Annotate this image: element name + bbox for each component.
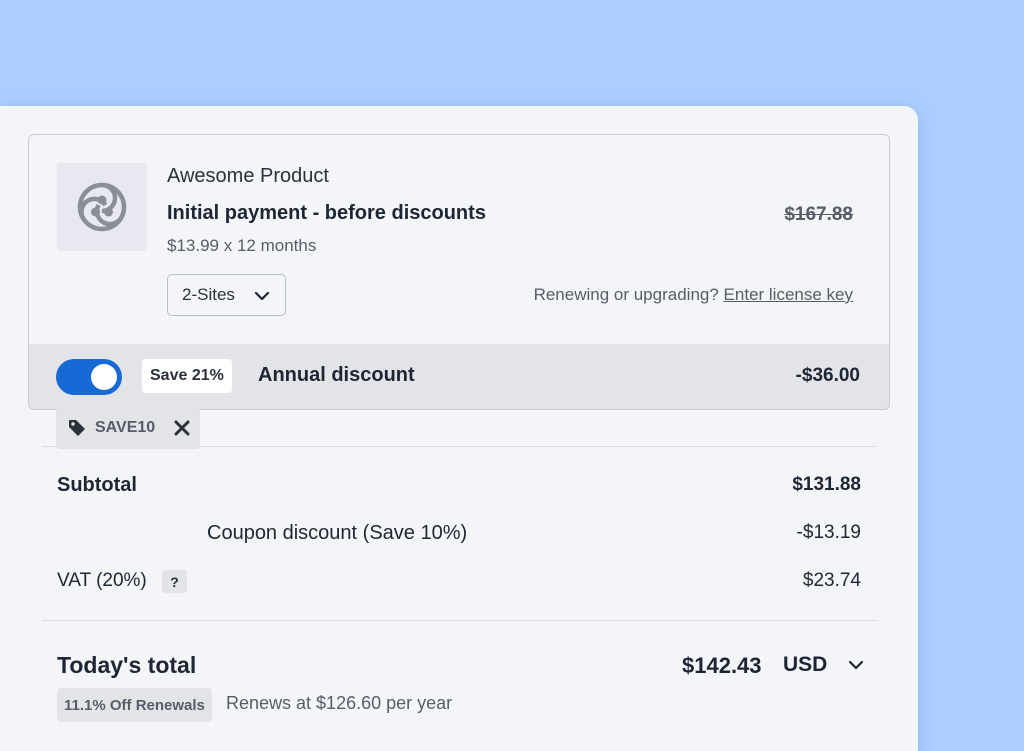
total-label: Today's total bbox=[57, 652, 197, 678]
product-card: Awesome Product Initial payment - before… bbox=[28, 134, 890, 410]
subtotal-label: Subtotal bbox=[57, 474, 137, 496]
renews-at-text: Renews at $126.60 per year bbox=[226, 693, 453, 713]
chevron-down-icon bbox=[254, 291, 270, 301]
enter-license-key-link[interactable]: Enter license key bbox=[724, 285, 853, 304]
triskelion-logo-icon bbox=[77, 182, 127, 232]
renewal-discount-badge: 11.1% Off Renewals bbox=[57, 688, 212, 722]
annual-discount-label: Annual discount bbox=[258, 364, 415, 386]
save-badge: Save 21% bbox=[142, 359, 232, 393]
payment-title: Initial payment - before discounts bbox=[167, 202, 486, 224]
tag-icon bbox=[69, 420, 85, 436]
coupon-code: SAVE10 bbox=[95, 419, 156, 436]
vat-label: VAT (20%) bbox=[57, 570, 147, 591]
chevron-down-icon bbox=[849, 660, 864, 670]
price-detail: $13.99 x 12 months bbox=[167, 236, 317, 255]
currency-select[interactable]: USD bbox=[783, 653, 865, 677]
renewal-prompt-text: Renewing or upgrading? bbox=[533, 285, 719, 304]
checkout-panel: Awesome Product Initial payment - before… bbox=[0, 106, 918, 751]
vat-help-button[interactable]: ? bbox=[162, 570, 187, 593]
sites-select-value: 2-Sites bbox=[182, 285, 235, 304]
annual-discount-amount: -$36.00 bbox=[795, 365, 860, 386]
divider bbox=[42, 620, 876, 621]
remove-coupon-icon[interactable] bbox=[174, 420, 190, 436]
total-amount: $142.43 bbox=[682, 653, 762, 678]
product-thumbnail bbox=[57, 163, 147, 251]
annual-discount-toggle[interactable] bbox=[56, 359, 122, 395]
coupon-discount-label: Coupon discount (Save 10%) bbox=[207, 522, 468, 544]
toggle-knob bbox=[91, 364, 117, 390]
currency-value: USD bbox=[783, 653, 828, 676]
renewal-prompt: Renewing or upgrading? Enter license key bbox=[534, 285, 853, 305]
coupon-chip: SAVE10 bbox=[56, 407, 200, 449]
product-name: Awesome Product bbox=[167, 165, 329, 187]
vat-value: $23.74 bbox=[802, 570, 861, 591]
annual-discount-row: Save 21% Annual discount -$36.00 bbox=[29, 344, 889, 409]
coupon-discount-value: -$13.19 bbox=[796, 522, 861, 543]
subtotal-value: $131.88 bbox=[792, 474, 861, 495]
sites-select[interactable]: 2-Sites bbox=[167, 274, 286, 316]
original-price: $167.88 bbox=[784, 204, 853, 225]
